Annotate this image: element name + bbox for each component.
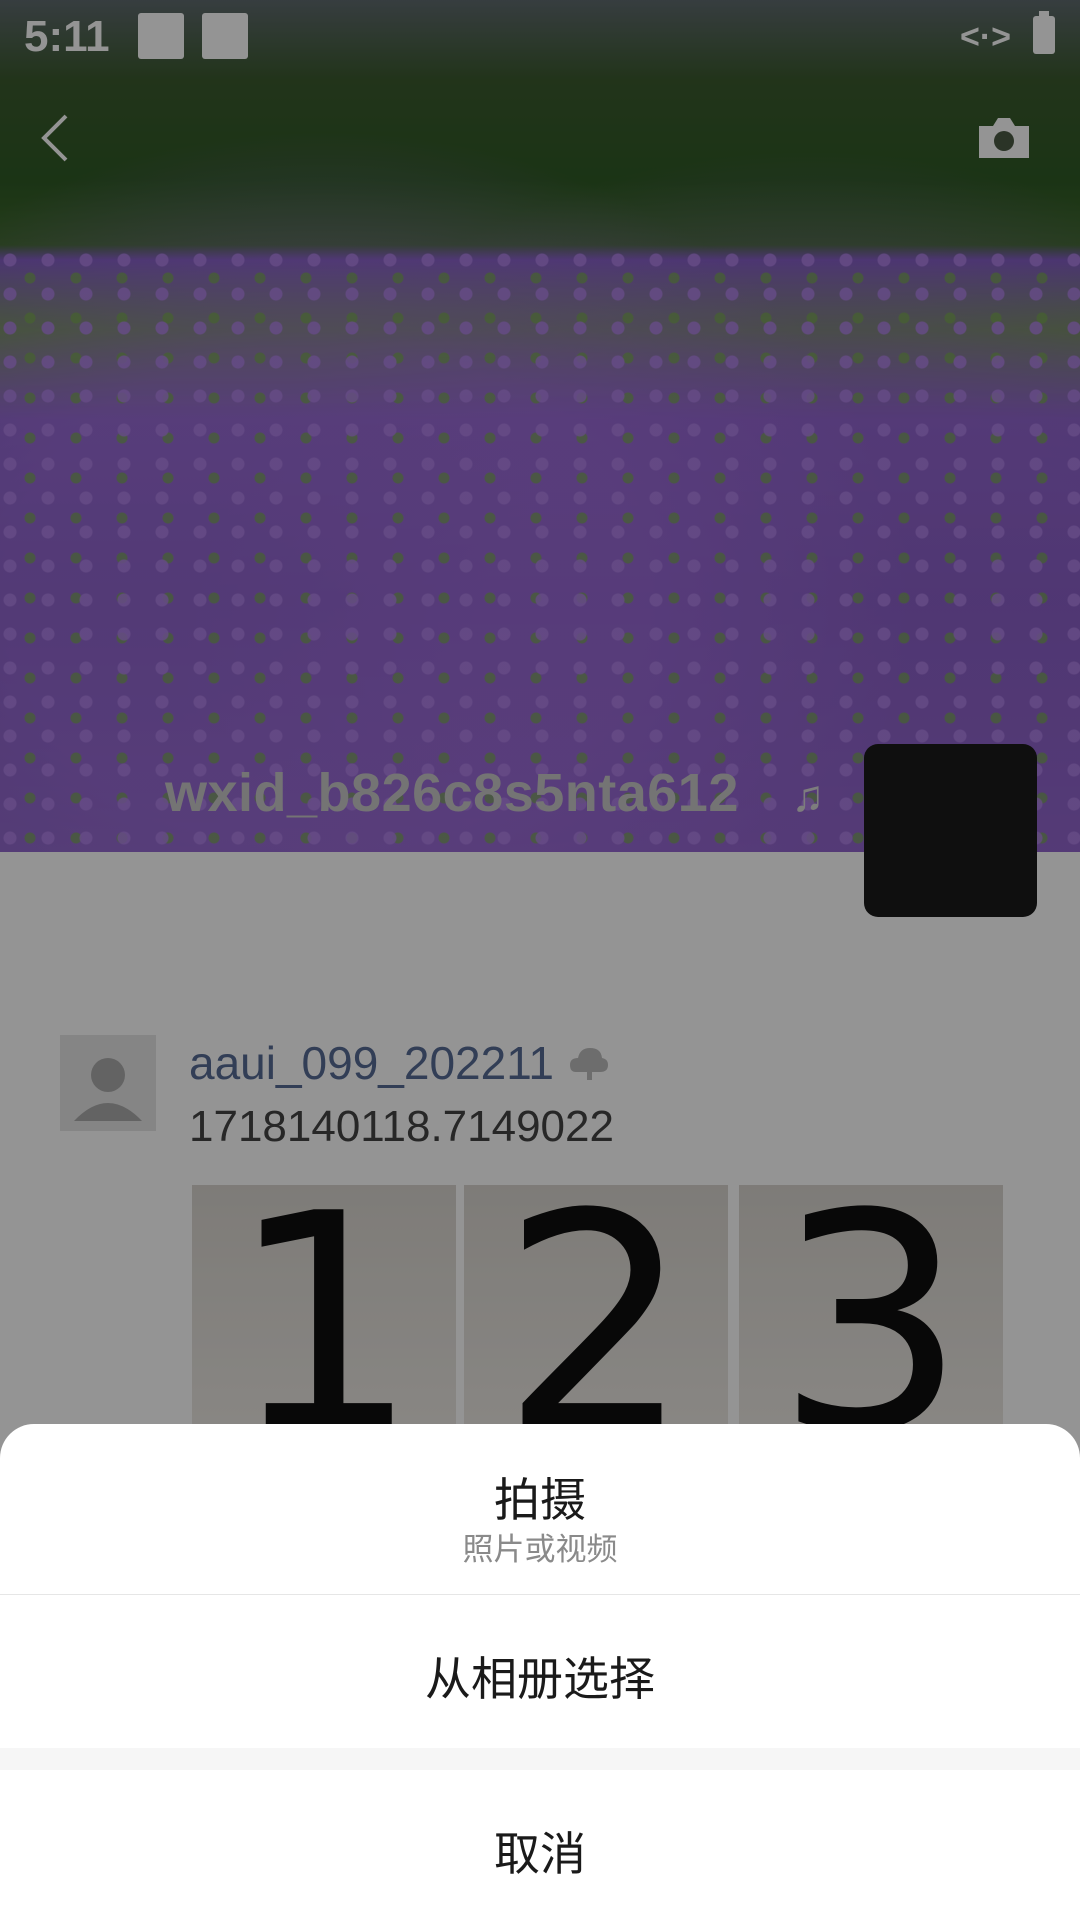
choose-from-album-label: 从相册选择	[425, 1653, 655, 1705]
take-photo-title: 拍摄	[494, 1474, 586, 1526]
action-sheet: 拍摄 照片或视频 从相册选择 取消	[0, 1424, 1080, 1920]
cancel-label: 取消	[494, 1828, 586, 1880]
sheet-gap	[0, 1748, 1080, 1770]
take-photo-option[interactable]: 拍摄 照片或视频	[0, 1424, 1080, 1594]
take-photo-subtitle: 照片或视频	[462, 1532, 618, 1567]
cancel-button[interactable]: 取消	[0, 1770, 1080, 1920]
choose-from-album-option[interactable]: 从相册选择	[0, 1595, 1080, 1748]
